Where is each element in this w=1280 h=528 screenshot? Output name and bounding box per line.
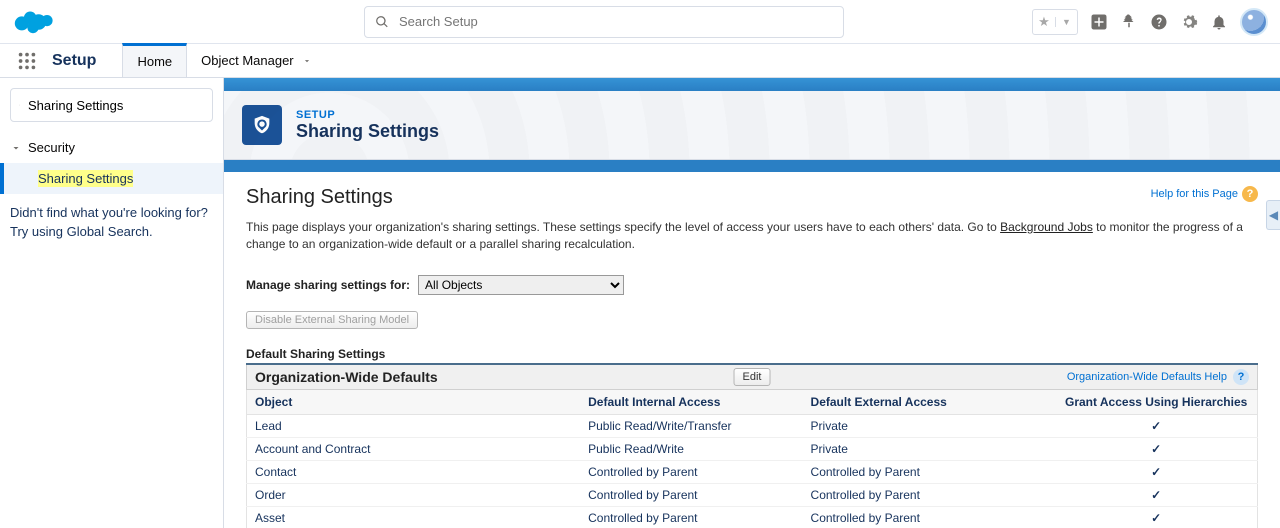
cell-object: Contact xyxy=(247,460,581,483)
tab-home[interactable]: Home xyxy=(122,43,187,77)
setup-sidebar: Security Sharing Settings Didn't find wh… xyxy=(0,78,224,528)
background-jobs-link[interactable]: Background Jobs xyxy=(1000,220,1093,234)
help-icon: ? xyxy=(1233,369,1249,385)
content-heading: Sharing Settings xyxy=(246,186,393,209)
sidebar-quick-find[interactable] xyxy=(10,88,213,122)
tab-object-manager[interactable]: Object Manager xyxy=(187,44,326,78)
cell-internal: Controlled by Parent xyxy=(580,460,802,483)
content-body: Sharing Settings Help for this Page ? Th… xyxy=(224,172,1280,528)
table-row: AssetControlled by ParentControlled by P… xyxy=(247,506,1258,528)
salesforce-logo xyxy=(12,8,54,36)
col-object: Object xyxy=(247,390,581,415)
page-description: This page displays your organization's s… xyxy=(246,219,1258,253)
cell-internal: Public Read/Write/Transfer xyxy=(580,414,802,437)
cell-external: Private xyxy=(803,437,1056,460)
link-label: Organization-Wide Defaults Help xyxy=(1067,371,1227,383)
manage-settings-row: Manage sharing settings for: All Objects xyxy=(246,275,1258,295)
sidebar-no-results-note: Didn't find what you're looking for? Try… xyxy=(10,204,213,242)
chevron-down-icon[interactable]: ▼ xyxy=(1055,17,1077,27)
tree-label: Sharing Settings xyxy=(38,170,133,187)
chevron-down-icon xyxy=(10,142,22,154)
page-title: Sharing Settings xyxy=(296,121,439,142)
owd-table: Object Default Internal Access Default E… xyxy=(246,390,1258,528)
manage-label: Manage sharing settings for: xyxy=(246,278,410,292)
desc-text: This page displays your organization's s… xyxy=(246,220,1000,234)
main-area: SETUP Sharing Settings Sharing Settings … xyxy=(224,78,1280,528)
search-icon xyxy=(375,15,389,29)
note-line: Didn't find what you're looking for? xyxy=(10,204,213,223)
global-search-input[interactable] xyxy=(399,14,833,29)
bell-icon[interactable] xyxy=(1210,13,1228,31)
cell-internal: Controlled by Parent xyxy=(580,506,802,528)
tree-label: Security xyxy=(28,140,75,155)
cell-grant: ✓ xyxy=(1055,460,1257,483)
table-row: OrderControlled by ParentControlled by P… xyxy=(247,483,1258,506)
disable-external-sharing-button[interactable]: Disable External Sharing Model xyxy=(246,311,418,329)
user-avatar[interactable] xyxy=(1240,8,1268,36)
owd-title: Organization-Wide Defaults xyxy=(255,369,438,385)
star-icon: ★ xyxy=(1033,14,1055,30)
question-icon[interactable] xyxy=(1150,13,1168,31)
decorative-bar xyxy=(224,160,1280,172)
app-name: Setup xyxy=(52,52,96,70)
cell-internal: Public Read/Write xyxy=(580,437,802,460)
section-title: Default Sharing Settings xyxy=(246,347,1258,361)
breadcrumb: SETUP xyxy=(296,109,439,121)
owd-header-bar: Organization-Wide Defaults Edit Organiza… xyxy=(246,365,1258,390)
page-header: SETUP Sharing Settings xyxy=(224,91,1280,160)
table-row: Account and ContractPublic Read/WritePri… xyxy=(247,437,1258,460)
favorites-button[interactable]: ★ ▼ xyxy=(1032,9,1078,35)
check-icon: ✓ xyxy=(1151,465,1161,479)
search-icon xyxy=(19,98,20,112)
quick-find-input[interactable] xyxy=(28,98,204,113)
global-search[interactable] xyxy=(364,6,844,38)
help-icon: ? xyxy=(1242,186,1258,202)
col-internal: Default Internal Access xyxy=(580,390,802,415)
cell-grant: ✓ xyxy=(1055,414,1257,437)
add-icon[interactable] xyxy=(1090,13,1108,31)
help-for-page-link[interactable]: Help for this Page ? xyxy=(1151,186,1258,202)
shield-icon xyxy=(242,105,282,145)
cell-grant: ✓ xyxy=(1055,506,1257,528)
cell-external: Controlled by Parent xyxy=(803,506,1056,528)
cell-object: Account and Contract xyxy=(247,437,581,460)
expand-panel-tab[interactable]: ◀ xyxy=(1266,200,1280,230)
table-row: LeadPublic Read/Write/TransferPrivate ✓ xyxy=(247,414,1258,437)
cell-object: Order xyxy=(247,483,581,506)
check-icon: ✓ xyxy=(1151,419,1161,433)
cell-external: Controlled by Parent xyxy=(803,483,1056,506)
tree-node-security[interactable]: Security xyxy=(10,136,213,159)
cell-grant: ✓ xyxy=(1055,483,1257,506)
gear-icon[interactable] xyxy=(1180,13,1198,31)
chevron-down-icon xyxy=(302,56,312,66)
check-icon: ✓ xyxy=(1151,488,1161,502)
cell-object: Asset xyxy=(247,506,581,528)
tree-node-sharing-settings[interactable]: Sharing Settings xyxy=(0,163,223,194)
global-header: ★ ▼ xyxy=(0,0,1280,44)
app-launcher-icon[interactable] xyxy=(16,50,38,72)
tab-label: Object Manager xyxy=(201,53,294,68)
note-line: Try using Global Search. xyxy=(10,223,213,242)
cell-external: Private xyxy=(803,414,1056,437)
header-actions: ★ ▼ xyxy=(1032,8,1268,36)
link-label: Help for this Page xyxy=(1151,188,1238,200)
cell-object: Lead xyxy=(247,414,581,437)
manage-object-select[interactable]: All Objects xyxy=(418,275,624,295)
cell-grant: ✓ xyxy=(1055,437,1257,460)
owd-help-link[interactable]: Organization-Wide Defaults Help ? xyxy=(1067,369,1249,385)
col-grant: Grant Access Using Hierarchies xyxy=(1055,390,1257,415)
col-external: Default External Access xyxy=(803,390,1056,415)
decorative-bar xyxy=(224,78,1280,91)
cell-internal: Controlled by Parent xyxy=(580,483,802,506)
check-icon: ✓ xyxy=(1151,442,1161,456)
salesforce-help-icon[interactable] xyxy=(1120,13,1138,31)
edit-button[interactable]: Edit xyxy=(734,368,771,386)
cell-external: Controlled by Parent xyxy=(803,460,1056,483)
table-row: ContactControlled by ParentControlled by… xyxy=(247,460,1258,483)
check-icon: ✓ xyxy=(1151,511,1161,525)
setup-nav: Setup Home Object Manager xyxy=(0,44,1280,78)
